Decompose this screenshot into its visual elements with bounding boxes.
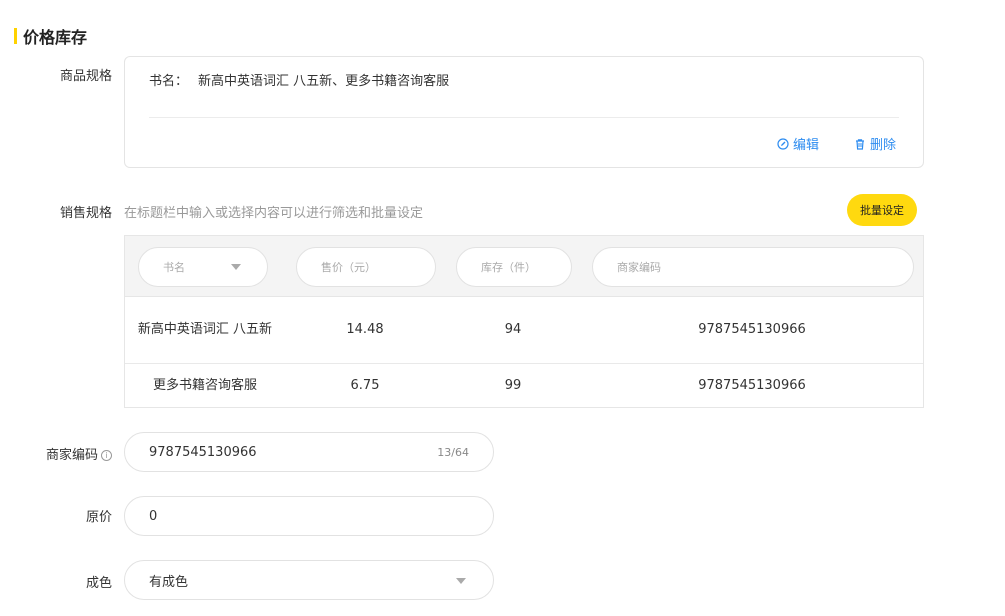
book-name-filter-select[interactable]: 书名 (138, 247, 268, 287)
delete-spec-button[interactable]: 删除 (854, 134, 896, 153)
stock-filter-placeholder: 库存（件） (481, 261, 536, 274)
product-spec-key: 书名： (149, 74, 189, 89)
section-title: 价格库存 (14, 26, 88, 47)
delete-label: 删除 (870, 138, 897, 153)
sales-spec-label: 销售规格 (59, 206, 112, 221)
price-filter-placeholder: 售价（元） (321, 261, 376, 274)
trash-icon (856, 138, 864, 150)
row-price: 14.48 (346, 322, 384, 337)
char-count: 13/64 (437, 445, 469, 459)
info-icon[interactable]: i (101, 450, 112, 461)
row-book-name: 更多书籍咨询客服 (152, 378, 257, 393)
section-accent-bar (14, 28, 17, 44)
merchant-code-field[interactable]: 9787545130966 13/64 (124, 432, 494, 472)
table-row: 新高中英语词汇 八五新 14.48 94 9787545130966 (125, 297, 923, 364)
row-price: 6.75 (350, 378, 380, 393)
edit-icon (777, 137, 789, 150)
condition-value: 有成色 (149, 574, 189, 590)
chevron-down-icon (456, 578, 466, 584)
merchant-code-label-wrap: 商家编码 i (16, 444, 112, 463)
table-row: 更多书籍咨询客服 6.75 99 9787545130966 (125, 364, 923, 408)
condition-label: 成色 (85, 576, 112, 591)
merchant-code-filter-placeholder: 商家编码 (617, 261, 661, 274)
product-spec-box: 书名： 新高中英语词汇 八五新、更多书籍咨询客服 编辑 删除 (124, 56, 924, 168)
row-stock: 94 (504, 322, 522, 337)
edit-spec-button[interactable]: 编辑 (777, 134, 819, 153)
sales-spec-table: 书名 售价（元） 库存（件） 商家编码 新高中英语词汇 八五新 14.48 94… (124, 235, 924, 408)
merchant-code-value: 9787545130966 (149, 444, 257, 460)
sales-table-header: 书名 售价（元） 库存（件） 商家编码 (125, 236, 923, 297)
condition-select[interactable]: 有成色 (124, 560, 494, 600)
chevron-down-icon (231, 264, 241, 270)
original-price-value: 0 (149, 508, 158, 524)
product-spec-line: 书名： 新高中英语词汇 八五新、更多书籍咨询客服 (149, 70, 449, 89)
batch-set-button[interactable]: 批量设定 (847, 194, 917, 226)
row-book-name: 新高中英语词汇 八五新 (137, 322, 273, 337)
section-title-text: 价格库存 (23, 28, 88, 47)
merchant-code-filter-input[interactable]: 商家编码 (592, 247, 914, 287)
price-filter-input[interactable]: 售价（元） (296, 247, 436, 287)
merchant-code-label: 商家编码 (45, 448, 98, 463)
product-spec-label: 商品规格 (59, 69, 112, 84)
book-name-filter-label: 书名 (163, 261, 185, 274)
original-price-field[interactable]: 0 (124, 496, 494, 536)
row-stock: 99 (504, 378, 522, 393)
divider (149, 117, 899, 118)
original-price-label: 原价 (85, 510, 112, 525)
row-merchant-code: 9787545130966 (698, 378, 806, 393)
product-spec-value: 新高中英语词汇 八五新、更多书籍咨询客服 (198, 74, 450, 89)
stock-filter-input[interactable]: 库存（件） (456, 247, 572, 287)
row-merchant-code: 9787545130966 (698, 322, 806, 337)
edit-label: 编辑 (793, 138, 820, 153)
sales-spec-hint: 在标题栏中输入或选择内容可以进行筛选和批量设定 (124, 206, 424, 221)
